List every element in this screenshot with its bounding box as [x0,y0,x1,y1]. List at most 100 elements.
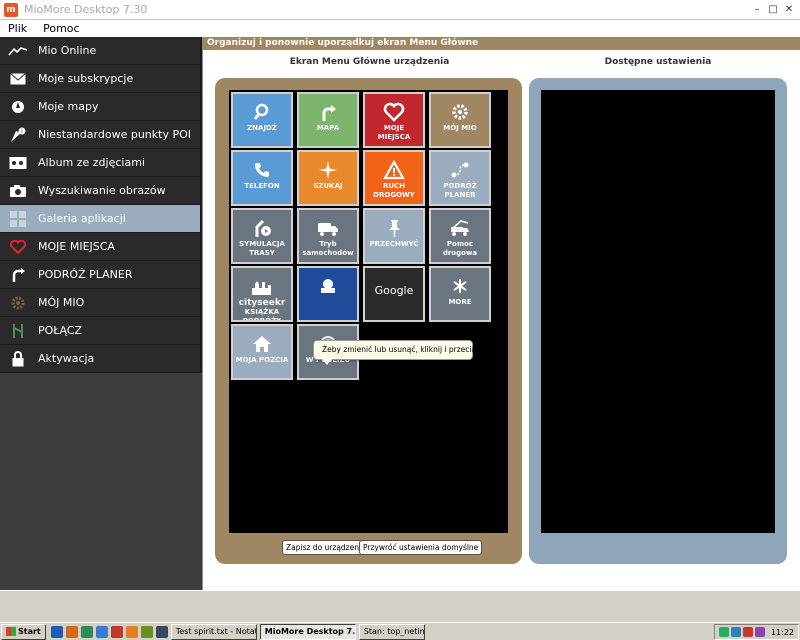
cityseekr-logo-icon: cityseekr [238,298,286,308]
skyline-icon [252,281,271,295]
sidebar-item-mio-online[interactable]: Mio Online [0,37,202,65]
save-to-device-button[interactable]: Zapisz do urządzenia [282,540,370,555]
tile-label: RUCH DROGOWY [373,182,415,199]
tile-truck-mode[interactable]: Tryb samochodów [297,208,359,264]
turn-arrow-icon [322,105,336,121]
tow-truck-icon [451,220,469,236]
tile-road-assist-app[interactable] [297,266,359,322]
close-button[interactable]: ✕ [782,3,796,17]
sidebar-item-custom-poi[interactable]: i Niestandardowe punkty POI [0,121,202,149]
quick-launch [50,625,168,638]
sidebar-item-my-places[interactable]: MOJE MIEJSCA [0,233,202,261]
tile-label: PRZECHWYĆ [369,240,419,248]
sidebar-item-label: MÓJ MIO [38,296,85,309]
sidebar-item-label: Niestandardowe punkty POI [38,128,191,141]
route-sim-icon [255,219,271,237]
app-icon[interactable] [155,625,168,638]
route-planner-icon [451,162,469,178]
tile-route-simulation[interactable]: SYMULACJA TRASY [231,208,293,264]
sidebar-item-image-search[interactable]: Wyszukiwanie obrazów [0,177,202,205]
task-status[interactable]: Stan: top_netinfo [358,623,425,640]
tile-label: SYMULACJA TRASY [239,240,285,257]
tile-label: MOJE MIEJSCA [377,124,411,141]
home-icon [253,336,271,352]
snowflake-icon [453,279,467,293]
tile-more[interactable]: MORE [429,266,491,322]
signal-wave-icon [8,42,28,60]
maximize-button[interactable]: □ [766,3,780,17]
available-settings-list[interactable] [541,90,775,533]
sidebar-item-label: Moje subskrypcje [38,72,134,85]
tile-my-mio[interactable]: MÓJ MIO [429,92,491,148]
sidebar-item-photo-album[interactable]: Album ze zdjęciami [0,149,202,177]
desktop-icon[interactable] [50,625,63,638]
tile-google[interactable]: Google [363,266,425,322]
firefox-icon[interactable] [125,625,138,638]
tile-map[interactable]: MAPA [297,92,359,148]
heart-icon [8,238,28,256]
sidebar-item-label: Aktywacja [38,352,95,365]
task-label: Test spirit.txt - Notatnik [175,627,256,636]
restore-defaults-button[interactable]: Przywróć ustawienia domyślne [359,540,483,555]
task-notepad[interactable]: Test spirit.txt - Notatnik [170,623,257,640]
sidebar-item-activation[interactable]: Aktywacja [0,345,202,373]
tile-label: PODRÓŻ PLANER [443,182,477,199]
gear-icon [8,294,28,312]
sidebar-item-label: Galeria aplikacji [38,212,126,225]
update-icon[interactable] [742,627,753,637]
media-icon[interactable] [65,625,78,638]
ie-icon[interactable] [95,625,108,638]
camera-icon [8,182,28,200]
grid-icon [8,210,28,228]
tile-trip-planner[interactable]: PODRÓŻ PLANER [429,150,491,206]
page-title: Organizuj i ponownie uporządkuj ekran Me… [203,37,800,50]
drag-hint-tooltip: Żeby zmienić lub usunąć, kliknij i przec… [313,340,490,365]
sidebar-item-my-mio[interactable]: MÓJ MIO [0,289,202,317]
antivirus-icon[interactable] [730,627,741,637]
tile-roadside-assistance[interactable]: Pomoc drogowa [429,208,491,264]
windows-logo-icon [6,627,16,636]
volume-icon[interactable] [754,627,765,637]
start-label: Start [18,627,41,636]
tile-label: Pomoc drogowa [442,240,478,257]
sidebar-item-label: PODRÓŻ PLANER [38,268,133,281]
sidebar: Mio Online Moje subskrypcje Moje mapy i … [0,37,202,590]
window-title: MioMore Desktop 7.30 [24,3,148,16]
sidebar-item-label: Mio Online [38,44,97,57]
envelope-icon [8,70,28,88]
opera-icon[interactable] [110,625,123,638]
minimize-button[interactable]: – [750,3,764,17]
network-icon[interactable] [718,627,729,637]
tile-travel-book[interactable]: cityseekr KSIĄŻKA PODRÓŻY [231,266,293,322]
sidebar-item-app-gallery[interactable]: Galeria aplikacji [0,205,202,233]
tile-my-position[interactable]: MOJA POZCIA [231,324,293,380]
sidebar-item-trip-planner[interactable]: PODRÓŻ PLANER [0,261,202,289]
folder-icon[interactable] [140,625,153,638]
pushpin-icon [389,220,400,237]
tile-traffic[interactable]: RUCH DROGOWY [363,150,425,206]
tile-search[interactable]: SZUKAJ [297,150,359,206]
warning-icon [383,160,405,180]
available-settings-title: Dostępne ustawienia [604,57,712,67]
device-frame: ZNAJDŹ MAPA MOJE MIEJSCA MÓJ MIO TELEFON [215,78,522,564]
device-menu-grid: ZNAJDŹ MAPA MOJE MIEJSCA MÓJ MIO TELEFON [229,90,508,533]
tile-capture[interactable]: PRZECHWYĆ [363,208,425,264]
tile-my-places[interactable]: MOJE MIEJSCA [363,92,425,148]
sidebar-item-connect[interactable]: POŁĄCZ [0,317,202,345]
task-miomore[interactable]: MioMore Desktop 7.30 [259,623,356,640]
start-button[interactable]: Start [1,623,46,640]
heart-icon [383,102,405,122]
gear-icon [452,104,468,120]
tile-phone[interactable]: TELEFON [231,150,293,206]
clock: 11:22 [770,627,794,637]
explorer-icon[interactable] [80,625,93,638]
title-bar: m MioMore Desktop 7.30 – □ ✕ [0,0,800,20]
tile-find[interactable]: ZNAJDŹ [231,92,293,148]
menu-file[interactable]: Plik [0,22,35,35]
tile-label: TELEFON [244,182,280,190]
sidebar-item-subscriptions[interactable]: Moje subskrypcje [0,65,202,93]
sidebar-item-my-maps[interactable]: Moje mapy [0,93,202,121]
tile-label: KSIĄŻKA PODRÓŻY [242,308,282,322]
phone-icon [255,163,269,177]
menu-help[interactable]: Pomoc [35,22,87,35]
